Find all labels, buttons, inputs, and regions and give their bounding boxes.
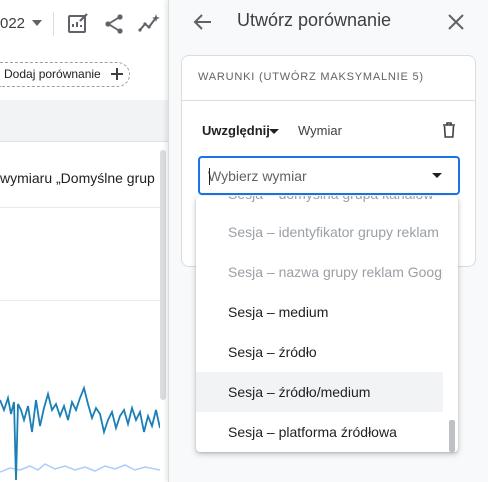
toolbar-divider [53,12,54,36]
dropdown-option[interactable]: Sesja – platforma źródłowa [196,412,443,452]
report-line-chart [0,385,160,481]
chart-series-light [0,463,160,473]
dropdown-option[interactable]: Sesja – medium [196,292,443,332]
caret-down-icon[interactable] [432,173,442,178]
report-background: 022 Dodaj porównanie wymiaru „Domyślne g… [0,0,168,482]
dimension-dropdown-list: Sesja – domyślna grupa kanałów Sesja – i… [196,196,458,452]
dimension-header-text: wymiaru „Domyślne grup [0,170,155,186]
insights-icon[interactable] [137,12,161,36]
dropdown-option[interactable]: Sesja – źródło/medium [196,372,443,412]
dimension-search-input[interactable] [208,167,428,185]
table-divider [0,300,160,301]
dimension-label: Wymiar [298,123,342,138]
report-scrollbar[interactable] [160,150,166,400]
edit-report-icon[interactable] [66,12,90,36]
dimension-select-field[interactable] [198,156,460,195]
include-dropdown-button[interactable]: Uwzględnij [202,123,270,138]
dropdown-option[interactable]: Sesja – źródło [196,332,443,372]
table-divider [0,207,160,208]
close-icon[interactable] [444,10,468,34]
report-gray-band [0,100,168,142]
conditions-card-header: WARUNKI (UTWÓRZ MAKSYMALNIE 5) [182,56,475,101]
report-toolbar: 022 [0,0,168,48]
dropdown-scrollbar[interactable] [449,420,455,452]
add-comparison-button[interactable]: Dodaj porównanie [0,62,130,87]
chart-series-dark [0,385,160,481]
add-comparison-label: Dodaj porównanie [4,67,101,81]
conditions-header-text: WARUNKI (UTWÓRZ MAKSYMALNIE 5) [198,71,424,83]
dropdown-option: Sesja – identyfikator grupy reklam [228,224,439,240]
dropdown-option: Sesja – nazwa grupy reklam Google Ads [228,264,443,280]
caret-down-icon[interactable] [269,129,279,134]
plus-icon [111,68,123,80]
trash-icon[interactable] [440,121,458,139]
caret-down-icon[interactable] [32,20,42,26]
panel-title: Utwórz porównanie [237,10,392,30]
date-range-text[interactable]: 022 [0,15,25,32]
panel-header: Utwórz porównanie [169,0,488,44]
text-cursor [209,168,210,185]
app-root: 022 Dodaj porównanie wymiaru „Domyślne g… [0,0,488,482]
share-icon[interactable] [102,12,126,36]
arrow-back-icon[interactable] [191,10,215,34]
